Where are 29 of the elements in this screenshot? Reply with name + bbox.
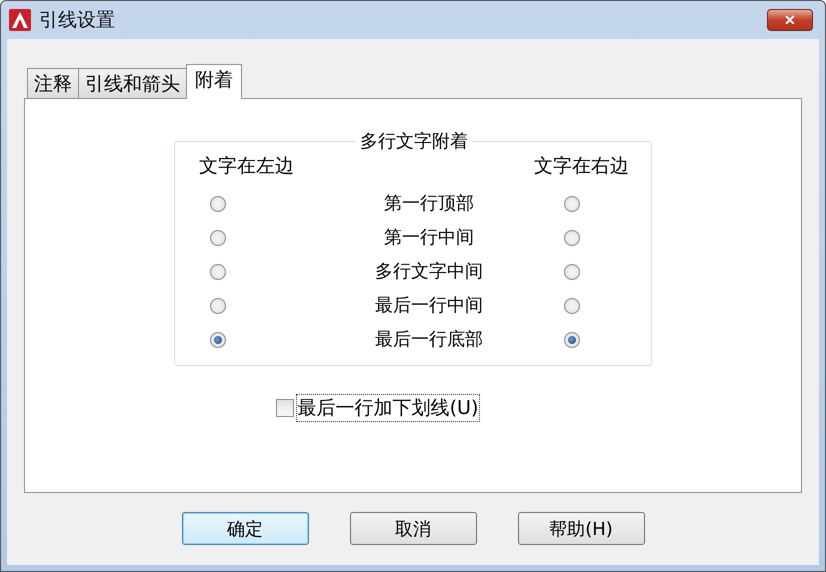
option-label: 最后一行中间 (374, 294, 484, 318)
tab[interactable]: 引线和箭头 (78, 68, 187, 98)
radio-button[interactable] (210, 264, 226, 280)
app-logo-icon (9, 9, 31, 31)
option-label: 第一行顶部 (383, 192, 475, 216)
tab[interactable]: 注释 (27, 68, 79, 98)
option-label: 最后一行底部 (374, 328, 484, 352)
dialog-button[interactable]: 确定 (182, 512, 308, 545)
radio-button[interactable] (210, 332, 226, 348)
option-label: 多行文字中间 (374, 260, 484, 284)
radio-button[interactable] (210, 196, 226, 212)
radio-button[interactable] (564, 298, 580, 314)
radio-button[interactable] (564, 230, 580, 246)
window-title: 引线设置 (39, 8, 116, 33)
radio-button[interactable] (564, 264, 580, 280)
checkbox-label[interactable]: 最后一行加下划线(U) (296, 394, 480, 422)
column-header: 文字在右边 (534, 154, 629, 179)
radio-button[interactable] (210, 298, 226, 314)
group-title: 多行文字附着 (359, 130, 469, 153)
option-label: 第一行中间 (383, 226, 475, 250)
radio-button[interactable] (210, 230, 226, 246)
dialog-button[interactable]: 帮助(H) (518, 512, 644, 545)
column-header: 文字在左边 (199, 154, 295, 179)
radio-button[interactable] (564, 332, 580, 348)
tab[interactable]: 附着 (186, 64, 242, 99)
radio-button[interactable] (564, 196, 580, 212)
dialog-button[interactable]: 取消 (350, 512, 476, 545)
close-button[interactable]: ✕ (767, 9, 813, 31)
checkbox[interactable] (276, 399, 294, 417)
